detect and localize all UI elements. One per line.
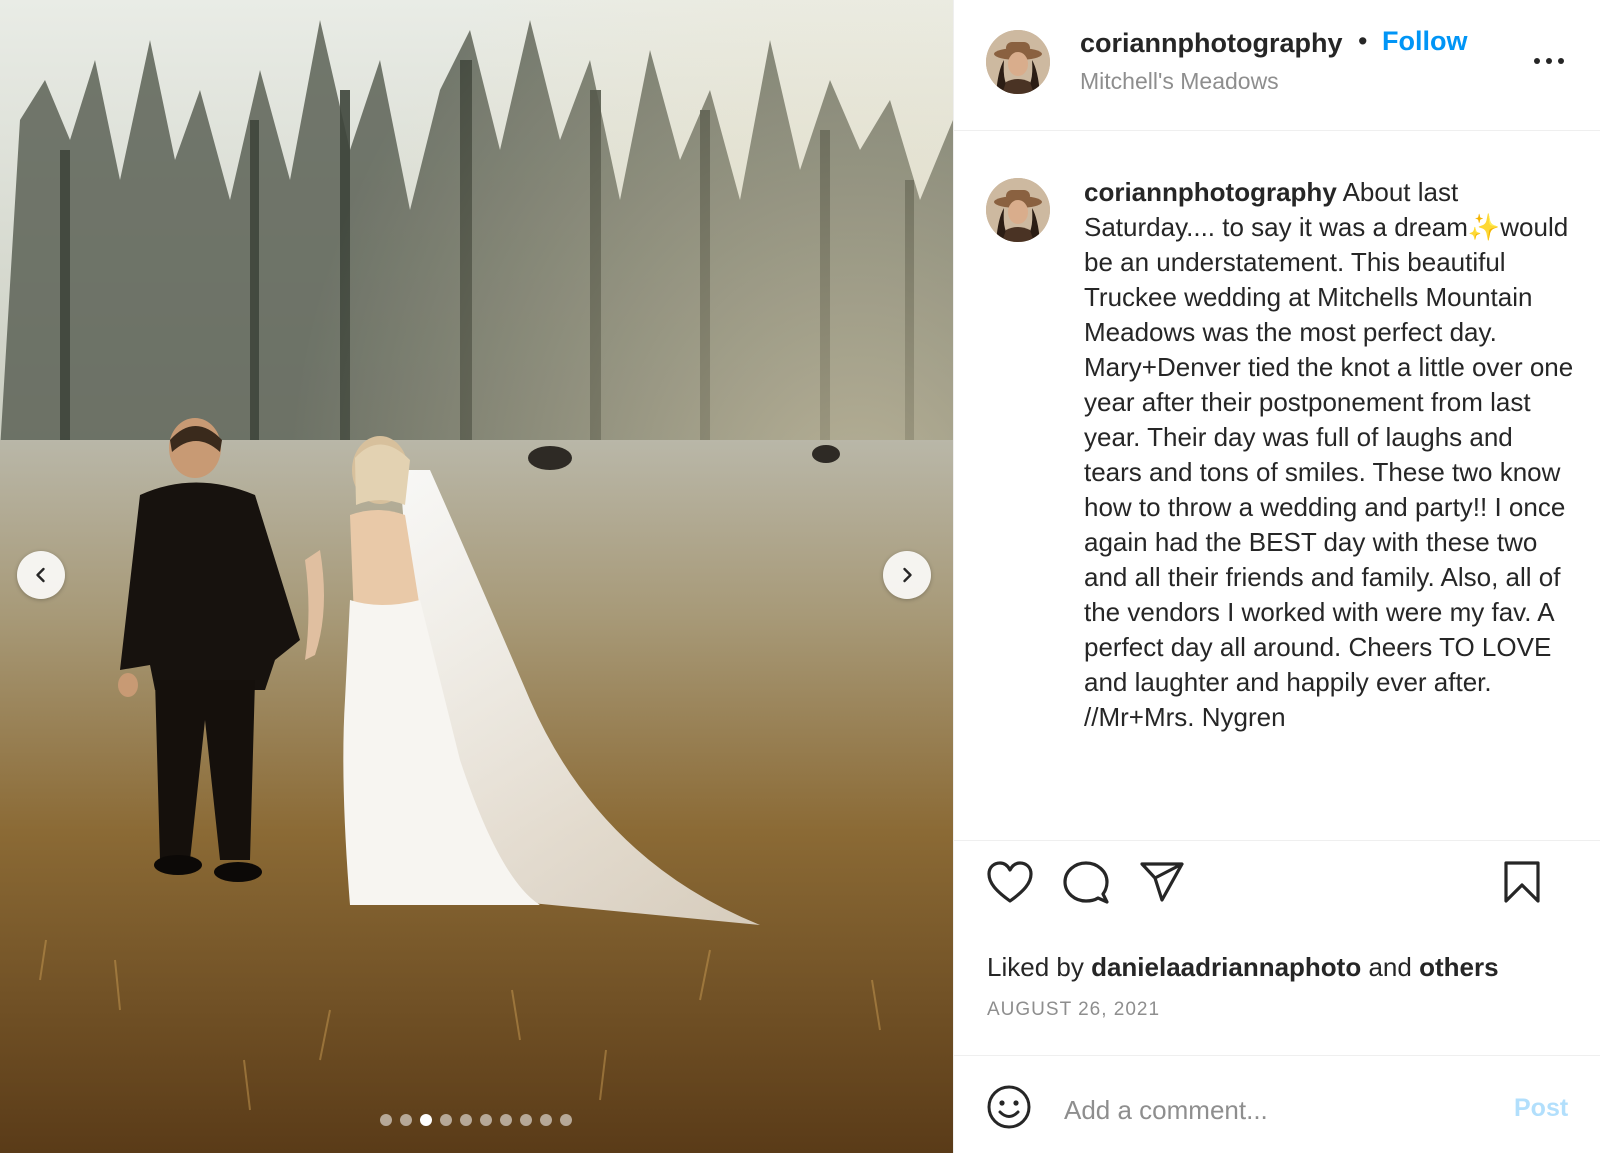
location-link[interactable]: Mitchell's Meadows [1080,68,1279,95]
carousel-dot [560,1114,572,1126]
avatar-image [986,178,1050,242]
comment-icon [1063,861,1109,904]
carousel-indicator [380,1114,572,1126]
save-button[interactable] [1502,860,1542,904]
bookmark-icon [1504,861,1540,903]
more-options-icon [1534,58,1540,64]
carousel-dot [460,1114,472,1126]
like-button[interactable] [986,860,1034,904]
emoji-button[interactable] [986,1084,1032,1130]
caption-text: About last Saturday.... to say it was a … [1084,177,1574,732]
carousel-dot [540,1114,552,1126]
action-bar [954,860,1600,920]
carousel-next-button[interactable] [883,551,931,599]
carousel-dot [380,1114,392,1126]
post-photo[interactable] [0,0,953,1153]
caption-avatar[interactable] [986,178,1050,242]
header-username[interactable]: coriannphotography [1080,28,1343,59]
avatar[interactable] [986,30,1050,94]
send-icon [1140,862,1184,902]
more-options-button[interactable] [1534,46,1574,76]
carousel-dot-active [420,1114,432,1126]
wedding-photo [0,0,953,1153]
more-options-icon [1558,58,1564,64]
likes-and: and [1368,952,1412,982]
likes-prefix: Liked by [987,952,1084,982]
emoji-icon [987,1085,1031,1129]
share-button[interactable] [1138,860,1186,904]
liked-by-user-link[interactable]: danielaadriannaphoto [1091,952,1361,982]
post-panel: coriannphotography • Follow Mitchell's M… [953,0,1600,1153]
avatar-image [986,30,1050,94]
header-separator: • [1358,26,1368,56]
post-header: coriannphotography • Follow Mitchell's M… [954,0,1600,131]
comment-button[interactable] [1062,860,1110,906]
carousel-dot [440,1114,452,1126]
carousel-prev-button[interactable] [17,551,65,599]
post-comment-button[interactable]: Post [1514,1094,1568,1123]
likes-summary: Liked by danielaadriannaphoto and others [987,952,1499,983]
liked-by-others-link[interactable]: others [1419,952,1498,982]
comment-input[interactable] [1064,1090,1484,1130]
follow-button[interactable]: Follow [1382,26,1467,57]
post-date[interactable]: AUGUST 26, 2021 [987,999,1160,1021]
caption-username[interactable]: coriannphotography [1084,177,1337,207]
chevron-right-icon [903,567,912,583]
chevron-left-icon [36,567,45,583]
more-options-icon [1546,58,1552,64]
carousel-dot [520,1114,532,1126]
heart-icon [987,861,1033,903]
carousel-dot [500,1114,512,1126]
carousel-dot [480,1114,492,1126]
caption-section: coriannphotography About last Saturday..… [954,131,1600,841]
post-caption: coriannphotography About last Saturday..… [1084,175,1574,735]
comment-bar: Post [954,1055,1600,1153]
carousel-dot [400,1114,412,1126]
